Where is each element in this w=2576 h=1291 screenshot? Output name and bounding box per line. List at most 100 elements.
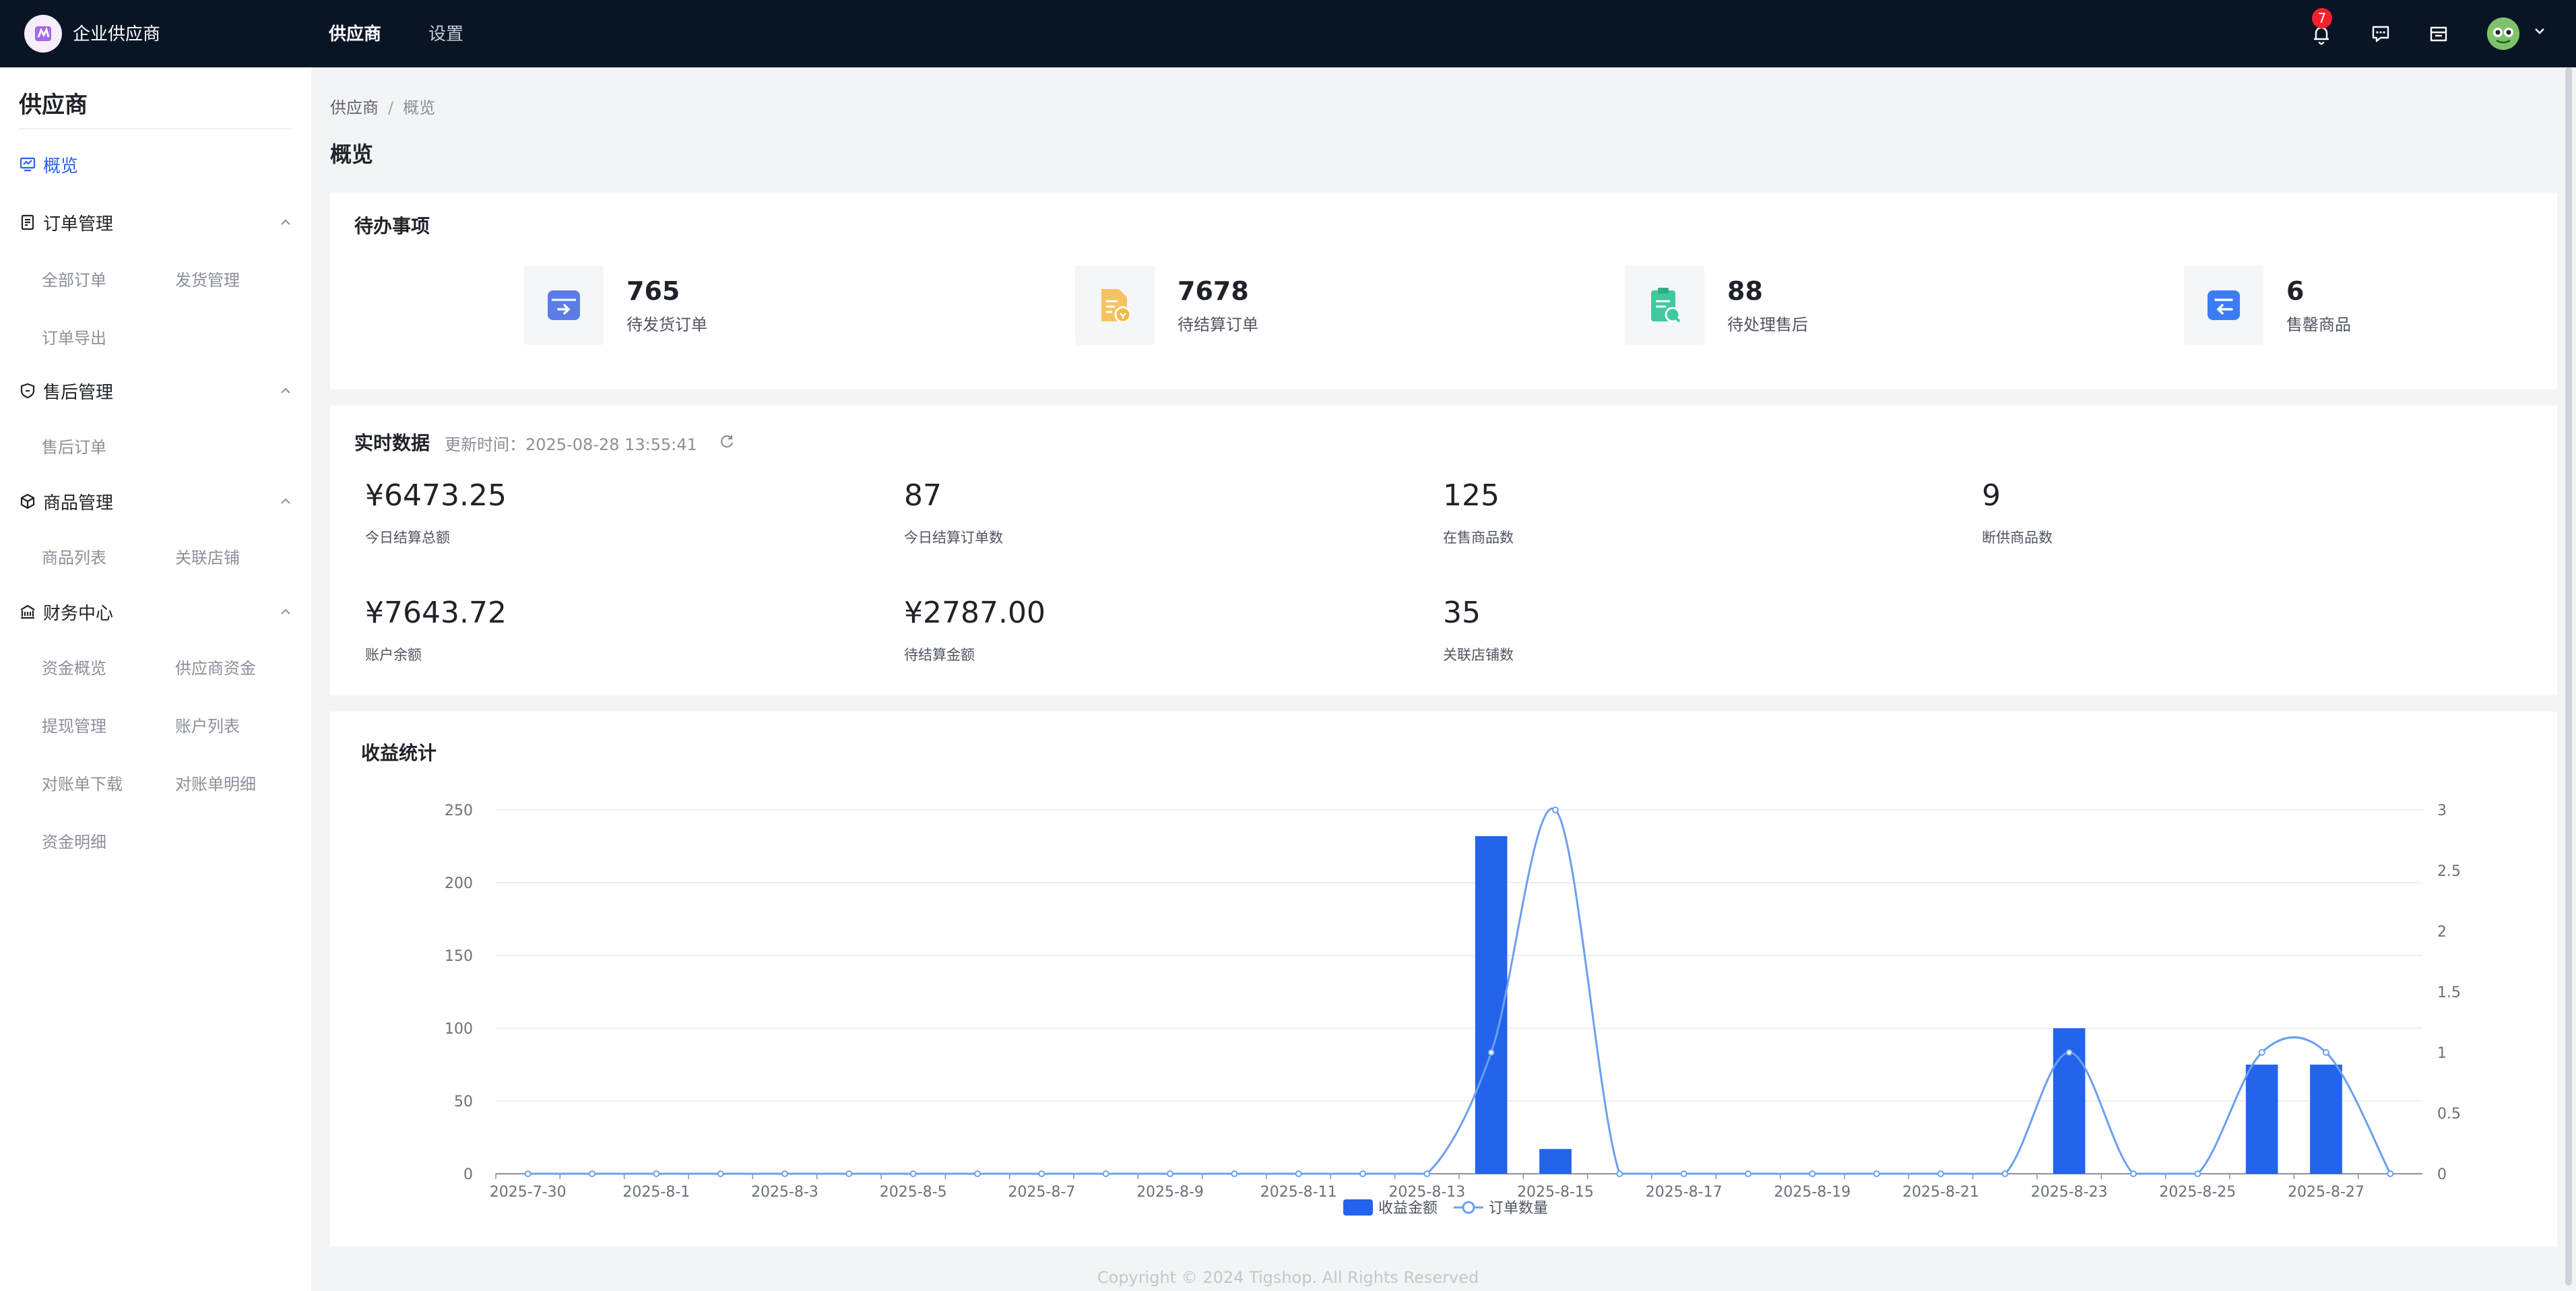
order-count-point xyxy=(1552,807,1559,813)
account-balance-label: 账户余额 xyxy=(365,647,422,663)
x-tick-label: 2025-8-21 xyxy=(1902,1184,1979,1201)
revenue-chart[interactable]: 0 50 100 150 200 250 0 0.5 1 1.5 2 2.5 3 2025-7-30 202… xyxy=(330,712,2557,1247)
linked-shops-count: 35 xyxy=(1443,596,1481,630)
todo-card: 待办事项 765 待发货订单 7678 待结算订单 88 待处理售后 6 售罄商… xyxy=(330,193,2557,389)
order-count-point xyxy=(1102,1170,1109,1177)
sidebar-item-linked-shops[interactable]: 关联店铺 xyxy=(175,544,240,568)
sidebar-item-label: 概览 xyxy=(43,156,79,177)
soldout-label: 售罄商品 xyxy=(2286,315,2351,334)
order-count-point xyxy=(1231,1170,1238,1177)
discontinued-products: 9 xyxy=(1982,478,2001,513)
message-icon[interactable] xyxy=(2367,20,2394,47)
sidebar-item-shipping[interactable]: 发货管理 xyxy=(175,267,240,290)
pending-settlement-tile[interactable] xyxy=(1075,265,1155,345)
sidebar-item-overview[interactable]: 概览 xyxy=(19,151,78,178)
today-settlement-orders-label: 今日结算订单数 xyxy=(904,530,1003,546)
update-time-label: 更新时间： xyxy=(445,435,525,454)
pending-settlement-label: 待结算订单 xyxy=(1178,315,1258,334)
chevron-up-icon[interactable] xyxy=(278,604,294,620)
sidebar-divider xyxy=(19,128,291,129)
bar xyxy=(2310,1065,2342,1174)
pending-settlement-value[interactable]: 7678 xyxy=(1178,276,1249,306)
todo-title: 待办事项 xyxy=(354,215,430,237)
sidebar-item-all-orders[interactable]: 全部订单 xyxy=(42,267,106,290)
order-count-point xyxy=(1680,1170,1687,1177)
sidebar-group-label: 财务中心 xyxy=(43,603,114,624)
order-count-point xyxy=(2323,1049,2329,1056)
y-left-tick-label: 200 xyxy=(445,875,473,892)
store-icon[interactable] xyxy=(2425,20,2452,47)
order-count-point xyxy=(524,1170,532,1177)
pending-shipment-label: 待发货订单 xyxy=(626,315,707,334)
chevron-down-icon[interactable] xyxy=(2532,23,2548,39)
sidebar-item-supplier-funds[interactable]: 供应商资金 xyxy=(175,655,256,679)
sidebar-item-accounts[interactable]: 账户列表 xyxy=(175,713,240,736)
sidebar-group-aftersale[interactable]: 售后管理 xyxy=(19,377,113,404)
aftersale-clipboard-icon xyxy=(1651,288,1681,323)
order-count-point xyxy=(1167,1170,1173,1177)
cube-icon xyxy=(20,493,35,509)
sidebar-item-order-export[interactable]: 订单导出 xyxy=(42,325,106,348)
y-right-tick-label: 1.5 xyxy=(2437,984,2461,1001)
refresh-icon[interactable] xyxy=(718,433,736,450)
order-count-point xyxy=(1359,1170,1366,1177)
finance-icon xyxy=(20,604,35,619)
order-count-line xyxy=(527,807,2391,1175)
sidebar-group-label: 商品管理 xyxy=(43,493,114,513)
x-tick-label: 2025-8-19 xyxy=(1774,1184,1850,1201)
sidebar-group-orders[interactable]: 订单管理 xyxy=(19,209,113,236)
legend-line-marker xyxy=(1462,1201,1475,1214)
sidebar-title: 供应商 xyxy=(19,92,88,119)
breadcrumb-parent[interactable]: 供应商 xyxy=(330,98,379,117)
pending-shipment-tile[interactable] xyxy=(524,265,604,345)
breadcrumb-separator: / xyxy=(388,98,394,117)
sidebar-item-fund-details[interactable]: 资金明细 xyxy=(42,829,106,852)
pending-aftersale-tile[interactable] xyxy=(1625,265,1704,345)
chevron-up-icon[interactable] xyxy=(278,383,294,399)
order-count-point xyxy=(1487,1049,1495,1056)
linked-shops-count-label: 关联店铺数 xyxy=(1443,647,1514,663)
sidebar-item-fund-overview[interactable]: 资金概览 xyxy=(42,655,106,679)
breadcrumb-current: 概览 xyxy=(403,98,436,117)
pending-settlement-amount: ¥2787.00 xyxy=(904,596,1045,630)
x-tick-label: 2025-8-9 xyxy=(1136,1184,1204,1201)
sidebar-item-statement-details[interactable]: 对账单明细 xyxy=(175,771,256,794)
sidebar-group-products[interactable]: 商品管理 xyxy=(19,488,113,515)
sidebar-item-statement-download[interactable]: 对账单下载 xyxy=(42,771,123,794)
x-tick-label: 2025-8-25 xyxy=(2159,1184,2236,1201)
shipping-box-icon xyxy=(548,290,580,320)
x-tick-label: 2025-8-15 xyxy=(1517,1184,1594,1201)
avatar[interactable] xyxy=(2487,18,2519,50)
sidebar-item-aftersale-orders[interactable]: 售后订单 xyxy=(42,434,106,458)
soldout-tile[interactable] xyxy=(2184,265,2263,345)
chevron-up-icon[interactable] xyxy=(278,493,294,509)
sidebar-group-label: 售后管理 xyxy=(43,382,114,403)
y-left-tick-label: 250 xyxy=(445,802,473,819)
y-right-tick-label: 1 xyxy=(2437,1045,2447,1062)
legend-line-label: 订单数量 xyxy=(1489,1200,1548,1217)
logo[interactable] xyxy=(24,15,62,53)
pending-aftersale-label: 待处理售后 xyxy=(1727,315,1808,334)
order-count-point xyxy=(653,1170,660,1177)
x-tick-label: 2025-8-7 xyxy=(1008,1184,1075,1201)
soldout-value[interactable]: 6 xyxy=(2286,276,2304,306)
page-scrollbar[interactable] xyxy=(2565,67,2572,1286)
x-tick-label: 2025-8-27 xyxy=(2288,1184,2364,1201)
bar xyxy=(2245,1065,2278,1174)
sidebar-group-finance[interactable]: 财务中心 xyxy=(19,598,113,625)
pending-aftersale-value[interactable]: 88 xyxy=(1727,276,1763,306)
nav-supplier[interactable]: 供应商 xyxy=(329,20,381,45)
dashboard-icon xyxy=(20,157,36,172)
y-left-tick-label: 0 xyxy=(463,1166,473,1183)
chevron-up-icon[interactable] xyxy=(278,214,294,230)
sidebar-item-product-list[interactable]: 商品列表 xyxy=(42,544,106,568)
pending-shipment-value[interactable]: 765 xyxy=(626,276,680,306)
update-time-value: 2025-08-28 13:55:41 xyxy=(525,435,697,454)
shield-icon xyxy=(20,383,35,399)
account-balance: ¥7643.72 xyxy=(365,596,507,630)
discontinued-products-label: 断供商品数 xyxy=(1982,530,2053,546)
y-left-tick-label: 150 xyxy=(445,948,473,965)
footer-copyright: Copyright © 2024 Tigshop. All Rights Res… xyxy=(1097,1268,1479,1287)
sidebar-item-withdrawals[interactable]: 提现管理 xyxy=(42,713,106,736)
nav-settings[interactable]: 设置 xyxy=(428,20,463,45)
